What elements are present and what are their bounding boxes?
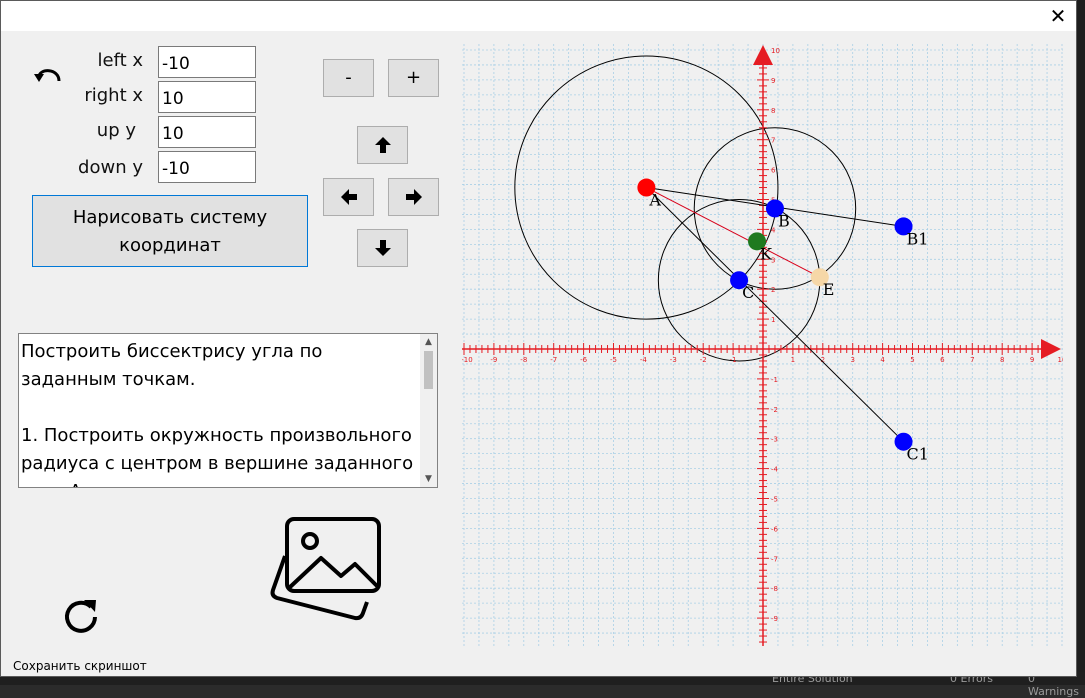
y-tick-label: 4 [771, 226, 776, 234]
title-bar: ✕ [1, 1, 1076, 31]
pan-up-button[interactable] [357, 126, 408, 164]
y-tick-label: -2 [771, 406, 778, 414]
draw-coordinate-system-button[interactable]: Нарисовать систему координат [32, 195, 308, 267]
image-icon[interactable] [267, 516, 385, 622]
x-tick-label: -8 [520, 356, 527, 364]
y-tick-label: -6 [771, 525, 779, 533]
x-tick-label: 8 [1000, 356, 1004, 364]
down-y-label: down y [78, 157, 143, 178]
pan-right-button[interactable] [388, 178, 439, 216]
arrow-up-icon [374, 137, 391, 153]
y-tick-label: 1 [771, 316, 775, 324]
scroll-thumb[interactable] [424, 351, 433, 389]
y-tick-label: -9 [771, 615, 778, 623]
y-tick-label: 8 [771, 107, 775, 115]
y-tick-label: -5 [771, 496, 778, 504]
save-screenshot-label[interactable]: Сохранить скриншот [13, 659, 147, 673]
point-label-c: C [742, 283, 754, 302]
right-x-label: right x [84, 85, 143, 106]
arrow-left-icon [340, 189, 357, 205]
draw-button-line2: координат [119, 235, 221, 256]
draw-button-line1: Нарисовать систему [72, 207, 268, 228]
app-window: ✕ left x -10 right x 10 up y 10 down y -… [0, 0, 1077, 677]
coordinate-plane[interactable]: -10 -9 -8 -7 -6 -5 -4 -3 -2 -1 1 2 3 4 5 6 7 8 9 10 -9 -8 -7 -6… [462, 44, 1063, 646]
down-y-input[interactable]: -10 [158, 151, 256, 183]
x-tick-label: 10 [1058, 356, 1063, 364]
pan-down-button[interactable] [357, 229, 408, 267]
instructions-text: Построить биссектрису угла по заданным т… [21, 341, 414, 487]
pan-left-button[interactable] [323, 178, 374, 216]
y-tick-label: 10 [771, 47, 780, 55]
point-label-a: A [648, 191, 661, 210]
x-tick-label: -5 [610, 356, 617, 364]
y-tick-label: -4 [771, 466, 779, 474]
x-tick-label: 3 [850, 356, 854, 364]
scroll-up-icon[interactable]: ▲ [422, 335, 435, 349]
x-tick-label: -10 [462, 356, 473, 364]
x-tick-label: 6 [940, 356, 945, 364]
x-tick-label: 7 [970, 356, 974, 364]
x-tick-label: 1 [791, 356, 795, 364]
instructions-scrollbar[interactable]: ▲ ▼ [420, 334, 437, 487]
y-tick-label: 7 [771, 137, 775, 145]
arrow-right-icon [405, 189, 422, 205]
x-tick-label: 9 [1030, 356, 1034, 364]
y-tick-label: 6 [771, 167, 776, 175]
point-label-e: E [823, 280, 835, 299]
point-label-k: K [760, 244, 773, 263]
arrow-down-icon [374, 240, 391, 256]
close-button[interactable]: ✕ [1046, 4, 1070, 28]
left-x-label: left x [97, 50, 143, 71]
scroll-down-icon[interactable]: ▼ [422, 472, 435, 486]
y-tick-label: 9 [771, 77, 775, 85]
x-tick-label: -4 [640, 356, 648, 364]
instructions-textbox[interactable]: Построить биссектрису угла по заданным т… [18, 333, 438, 488]
left-x-input[interactable]: -10 [158, 46, 256, 78]
y-tick-label: 2 [771, 286, 775, 294]
up-y-label: up y [96, 120, 136, 141]
x-tick-label: -3 [670, 356, 677, 364]
point-label-b: B [778, 211, 790, 230]
zoom-in-button[interactable]: + [388, 59, 439, 97]
y-tick-label: -8 [771, 585, 778, 593]
up-y-input[interactable]: 10 [158, 116, 256, 148]
ide-background-right [1077, 0, 1085, 685]
x-tick-label: 4 [880, 356, 885, 364]
y-axis-arrow-icon [753, 45, 773, 65]
right-x-input[interactable]: 10 [158, 81, 256, 113]
y-tick-label: -7 [771, 555, 778, 563]
zoom-out-button[interactable]: - [323, 59, 374, 97]
y-tick-label: -3 [771, 436, 778, 444]
x-tick-label: -1 [730, 356, 737, 364]
x-tick-label: 5 [910, 356, 914, 364]
x-tick-label: -6 [580, 356, 588, 364]
redo-icon[interactable] [61, 596, 103, 638]
x-tick-label: -7 [550, 356, 557, 364]
client-area: left x -10 right x 10 up y 10 down y -10… [1, 31, 1076, 676]
x-tick-label: -9 [490, 356, 497, 364]
x-tick-label: -2 [700, 356, 707, 364]
y-tick-label: -1 [771, 376, 778, 384]
point-label-c1: C1 [907, 445, 929, 464]
point-label-b1: B1 [907, 229, 929, 248]
